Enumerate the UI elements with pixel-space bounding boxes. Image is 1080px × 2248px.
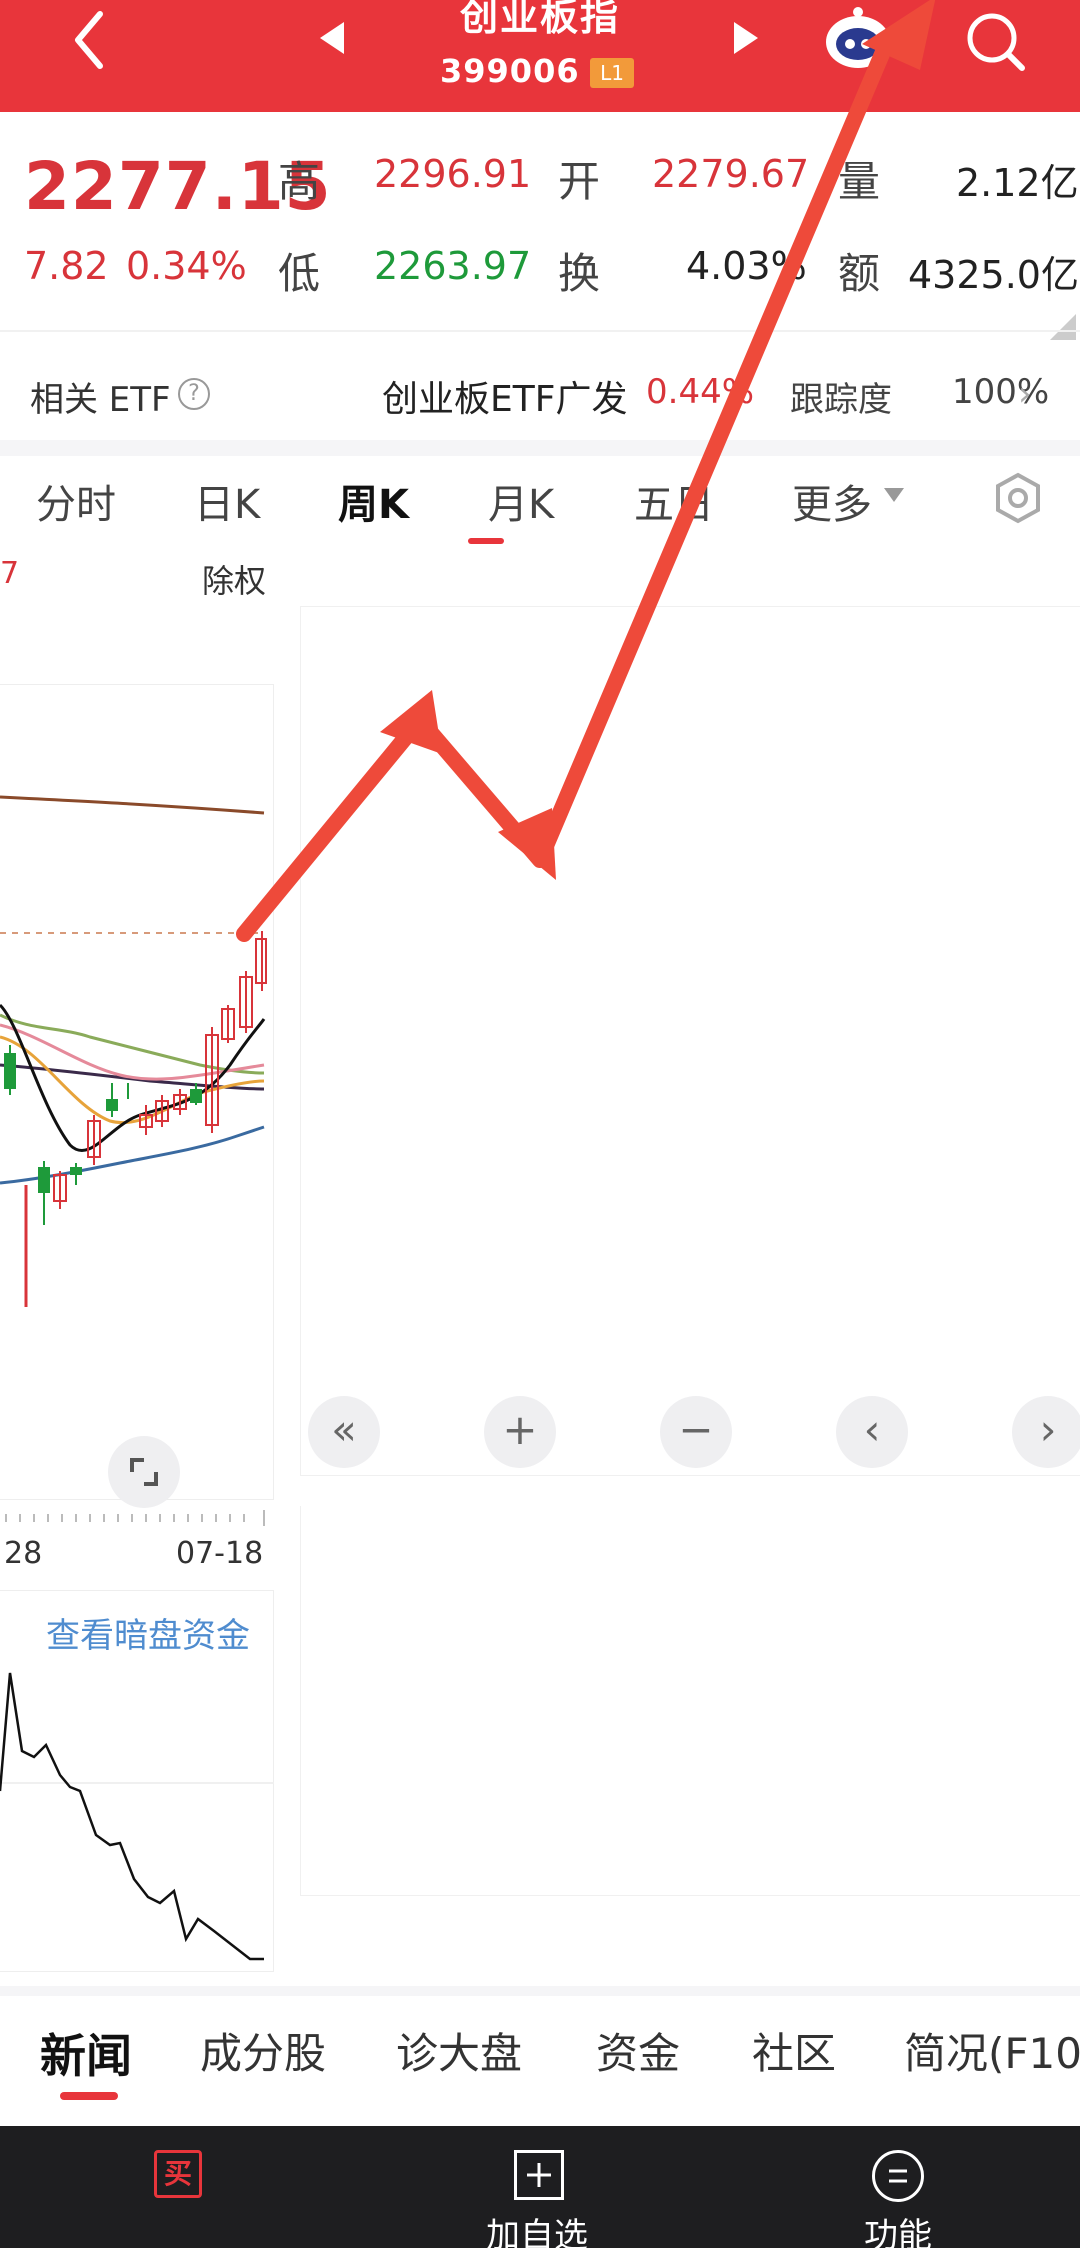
related-etf-label: 相关 ETF bbox=[30, 380, 171, 420]
kline-chart-panel[interactable] bbox=[0, 684, 274, 1520]
price-change-percent: 0.34% bbox=[126, 244, 247, 288]
tracking-label: 跟踪度 bbox=[790, 380, 892, 420]
page-title: 创业板指 bbox=[459, 0, 620, 39]
ma-legend-fragment: 7 bbox=[0, 556, 20, 591]
function-menu-icon[interactable] bbox=[872, 2150, 924, 2202]
indicator-blank-area bbox=[300, 1506, 1080, 1896]
section-gap bbox=[0, 1986, 1080, 1996]
settings-icon[interactable] bbox=[992, 472, 1044, 524]
scroll-right-button[interactable]: › bbox=[1012, 1396, 1080, 1468]
etf-change: 0.44% bbox=[646, 372, 755, 412]
zoom-out-button[interactable]: − bbox=[660, 1396, 732, 1468]
tab-profile-f10[interactable]: 简况(F10 bbox=[904, 2020, 1080, 2081]
chevron-right-icon[interactable]: › bbox=[1018, 374, 1032, 414]
expand-icon bbox=[130, 1458, 158, 1486]
buy-icon[interactable]: 买 bbox=[154, 2150, 202, 2198]
help-icon[interactable]: ? bbox=[178, 378, 210, 410]
kline-chart bbox=[0, 795, 267, 1520]
low-label: 低 bbox=[278, 249, 321, 298]
zoom-in-button[interactable]: + bbox=[484, 1396, 556, 1468]
open-value: 2279.67 bbox=[652, 152, 810, 196]
section-gap bbox=[0, 440, 1080, 456]
date-label-left: 28 bbox=[4, 1536, 43, 1571]
tab-news[interactable]: 新闻 bbox=[40, 2020, 132, 2086]
fullscreen-button[interactable] bbox=[108, 1436, 180, 1508]
tab-active-indicator bbox=[468, 538, 504, 544]
tab-daily-k[interactable]: 日K bbox=[194, 472, 260, 530]
bottom-tab-indicator bbox=[60, 2092, 118, 2100]
tracking-value: 100% bbox=[952, 372, 1050, 412]
tab-community[interactable]: 社区 bbox=[752, 2020, 836, 2081]
tab-intraday[interactable]: 分时 bbox=[36, 472, 116, 530]
dark-pool-funds-link[interactable]: 查看暗盘资金 bbox=[46, 1608, 250, 1657]
function-label[interactable]: 功能 bbox=[864, 2208, 932, 2248]
robot-assistant-icon[interactable] bbox=[822, 4, 894, 70]
amount-label: 额 bbox=[838, 249, 881, 298]
divider bbox=[0, 330, 1080, 332]
time-axis-ticks bbox=[0, 1510, 274, 1526]
tab-market-diagnosis[interactable]: 诊大盘 bbox=[396, 2020, 522, 2081]
date-label-right: 07-18 bbox=[176, 1536, 264, 1571]
ma-line-long bbox=[0, 795, 265, 815]
price-change: 7.82 bbox=[24, 244, 109, 288]
chart-blank-area[interactable] bbox=[300, 606, 1080, 1476]
low-value: 2263.97 bbox=[374, 244, 532, 288]
stock-code: 399006 bbox=[440, 52, 580, 90]
tab-more[interactable]: 更多 bbox=[792, 472, 872, 530]
level-badge: L1 bbox=[590, 58, 634, 88]
prev-stock-icon[interactable] bbox=[320, 22, 344, 54]
search-icon[interactable] bbox=[960, 4, 1032, 76]
high-value: 2296.91 bbox=[374, 152, 532, 196]
back-icon[interactable] bbox=[60, 4, 120, 74]
tab-monthly-k[interactable]: 月K bbox=[488, 472, 554, 530]
ma-line-green bbox=[0, 1013, 265, 1075]
tab-five-day[interactable]: 五日 bbox=[634, 472, 714, 530]
tab-weekly-k[interactable]: 周K bbox=[338, 472, 409, 530]
amount-value: 4325.0亿 bbox=[908, 253, 1079, 297]
add-watchlist-icon[interactable] bbox=[514, 2150, 564, 2200]
app-header: 创业板指 399006 L1 bbox=[0, 0, 1080, 112]
scroll-left-button[interactable]: ‹ bbox=[836, 1396, 908, 1468]
dropdown-triangle-icon bbox=[884, 488, 904, 502]
next-stock-icon[interactable] bbox=[734, 22, 758, 54]
tab-components[interactable]: 成分股 bbox=[200, 2020, 326, 2081]
volume-label: 量 bbox=[838, 157, 881, 206]
open-label: 开 bbox=[558, 157, 601, 206]
add-watchlist-label[interactable]: 加自选 bbox=[486, 2208, 588, 2248]
turnover-label: 换 bbox=[558, 249, 601, 298]
scroll-far-left-button[interactable]: « bbox=[308, 1396, 380, 1468]
adjust-mode-label[interactable]: 除权 bbox=[202, 556, 266, 602]
turnover-value: 4.03% bbox=[686, 244, 807, 288]
volume-value: 2.12亿 bbox=[956, 161, 1079, 205]
high-label: 高 bbox=[278, 157, 321, 206]
expand-corner-icon[interactable] bbox=[1050, 314, 1076, 340]
etf-name[interactable]: 创业板ETF广发 bbox=[382, 370, 627, 422]
tab-funds[interactable]: 资金 bbox=[596, 2020, 680, 2081]
candles bbox=[4, 931, 267, 1307]
